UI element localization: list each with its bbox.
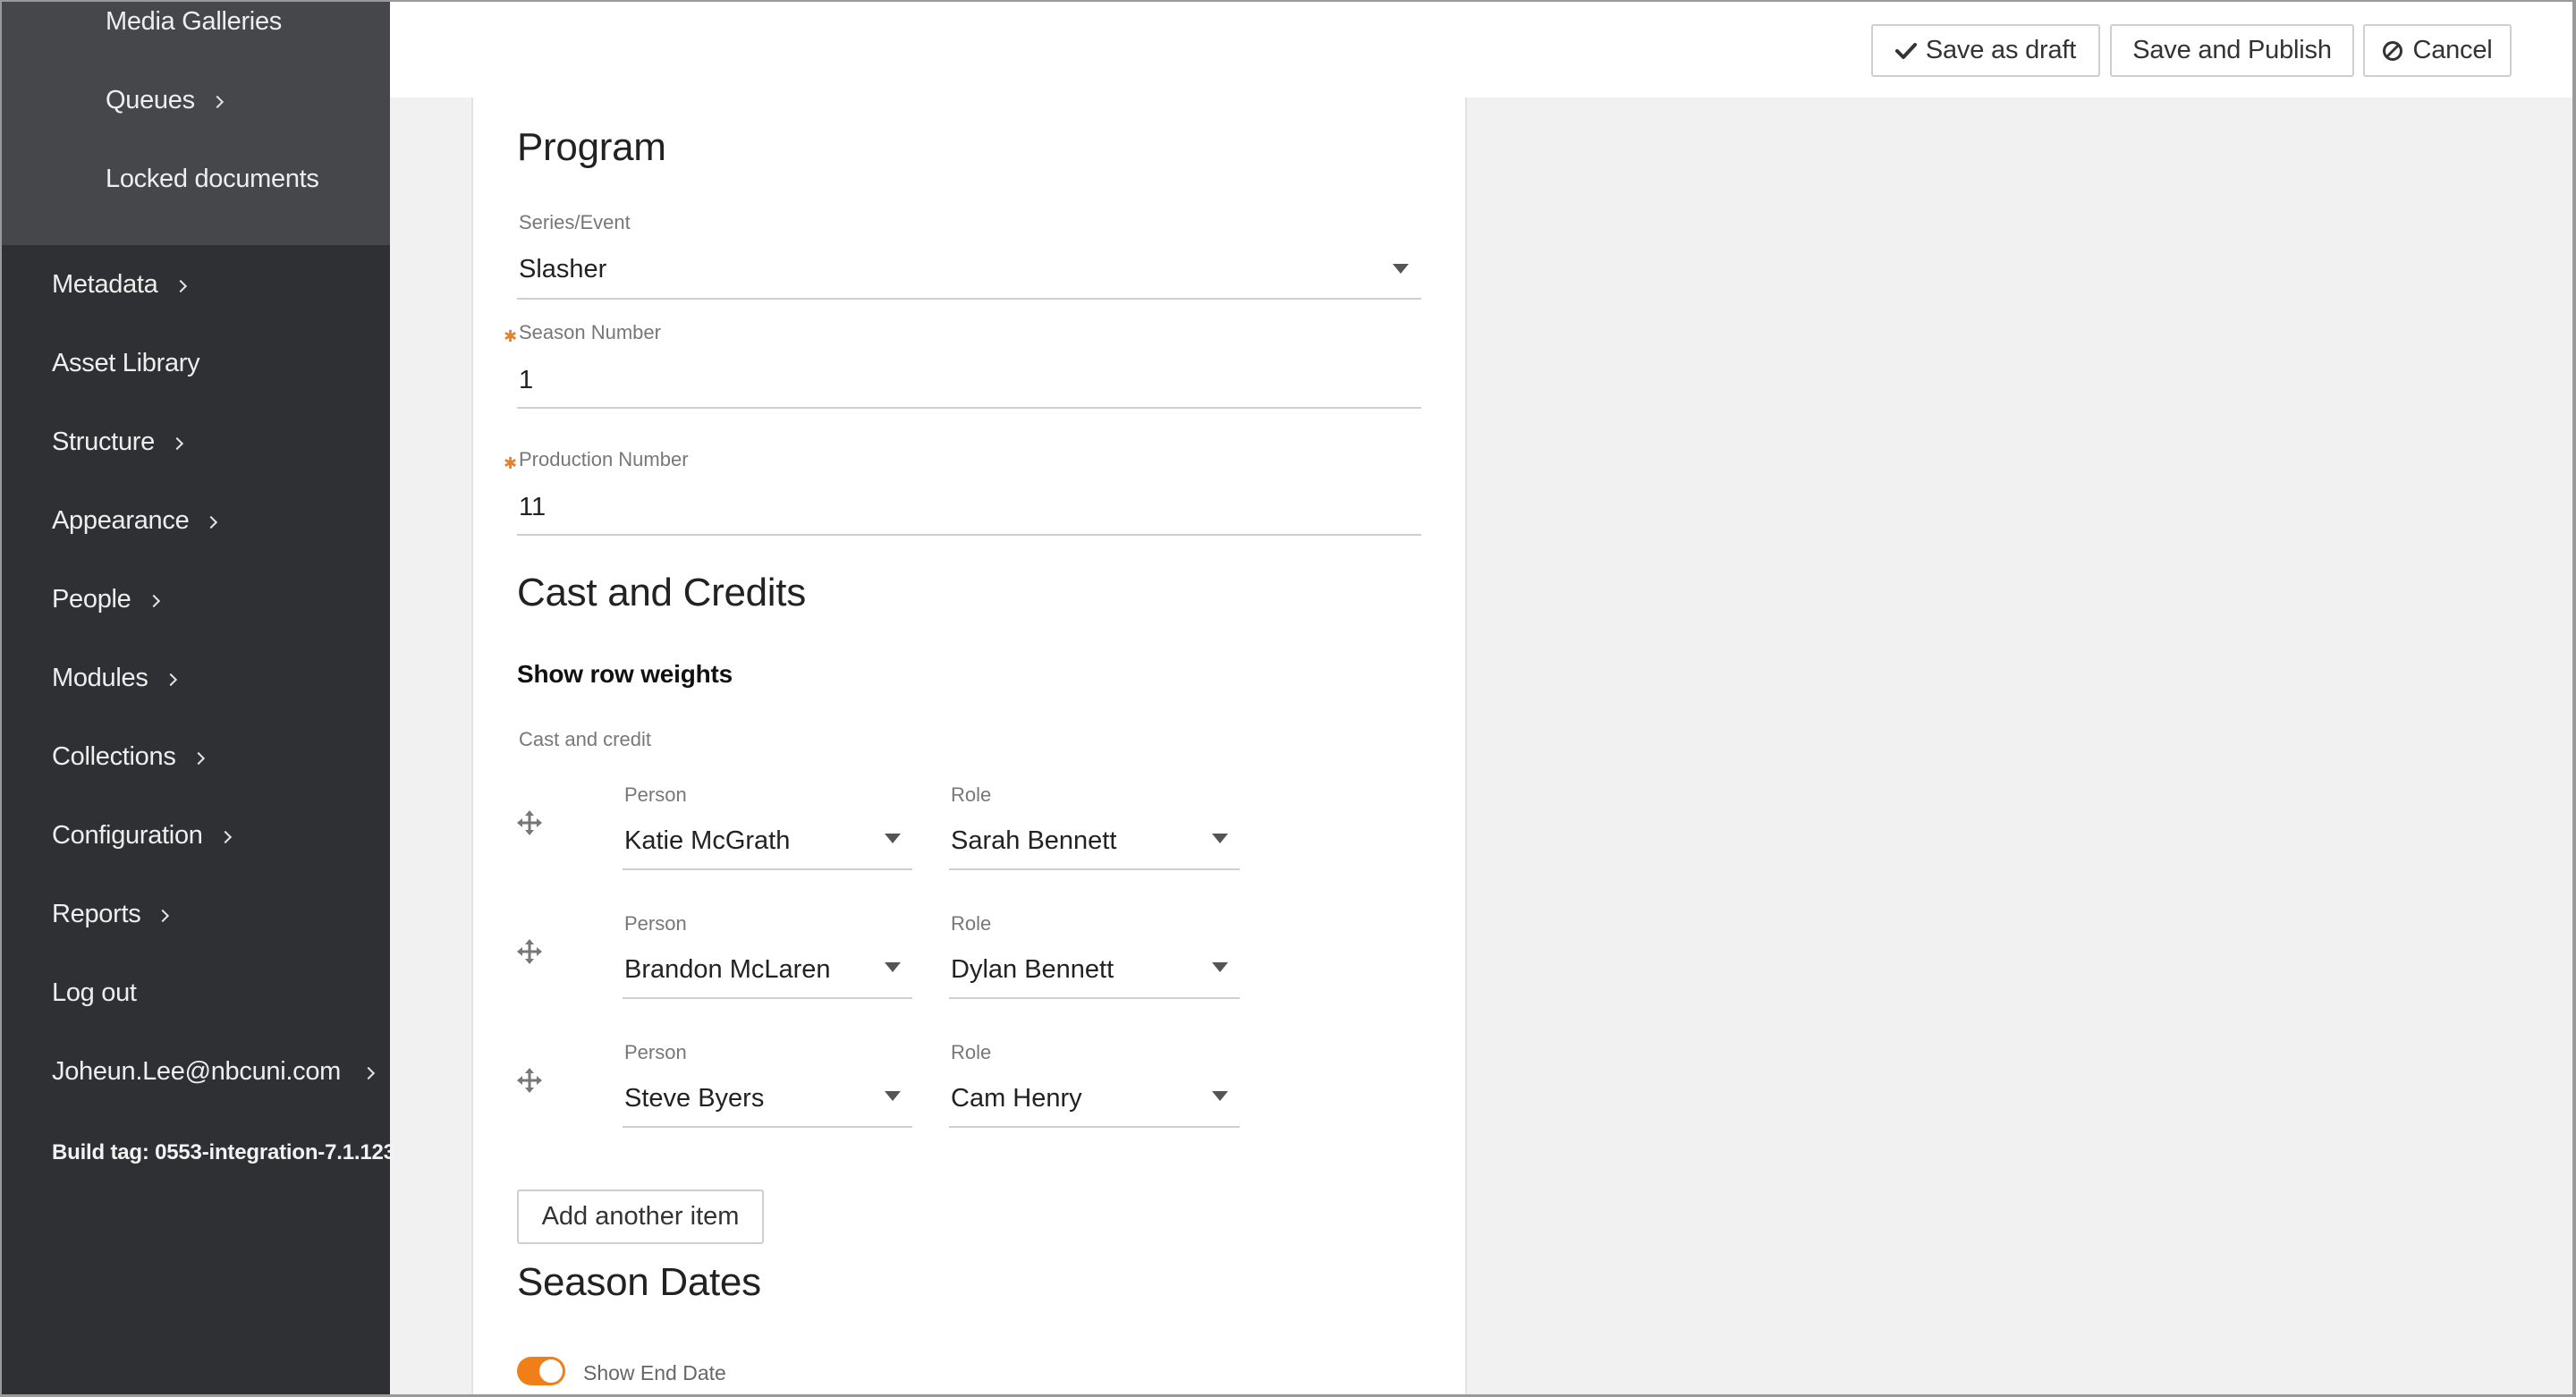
chevron-right-icon bbox=[170, 436, 184, 450]
cast-and-credit-label: Cast and credit bbox=[519, 728, 651, 750]
chevron-right-icon bbox=[361, 1066, 376, 1080]
season-number-underline bbox=[517, 407, 1421, 409]
role-select[interactable]: Dylan Bennett bbox=[951, 955, 1114, 985]
action-bar: Save as draft Save and Publish Cancel bbox=[390, 2, 2572, 97]
sidebar-item-label: Collections bbox=[52, 742, 176, 771]
save-and-publish-label: Save and Publish bbox=[2132, 36, 2332, 64]
sidebar-item-queues[interactable]: Queues bbox=[106, 86, 224, 115]
sidebar-item-label: Reports bbox=[52, 900, 141, 928]
admin-sidebar: Media Galleries Queues Locked documents … bbox=[2, 2, 395, 1394]
cancel-label: Cancel bbox=[2412, 36, 2493, 64]
dropdown-caret-icon bbox=[885, 962, 901, 972]
show-end-date-toggle[interactable] bbox=[517, 1357, 565, 1385]
person-select[interactable]: Katie McGrath bbox=[624, 826, 790, 856]
dropdown-caret-icon bbox=[1212, 834, 1228, 843]
toggle-knob bbox=[539, 1359, 563, 1383]
sidebar-item-reports[interactable]: Reports bbox=[52, 900, 170, 929]
show-row-weights-link[interactable]: Show row weights bbox=[517, 660, 733, 689]
sidebar-item-logout[interactable]: Log out bbox=[52, 978, 137, 1008]
sidebar-item-media-galleries[interactable]: Media Galleries bbox=[106, 7, 282, 37]
sidebar-item-label: People bbox=[52, 585, 131, 614]
season-dates-heading: Season Dates bbox=[517, 1260, 761, 1304]
role-underline bbox=[949, 1126, 1240, 1128]
role-underline bbox=[949, 997, 1240, 999]
series-event-select[interactable]: Slasher bbox=[519, 255, 606, 284]
sidebar-item-user-account[interactable]: Joheun.Lee@nbcuni.com bbox=[52, 1057, 376, 1087]
person-label: Person bbox=[624, 783, 687, 806]
chevron-right-icon bbox=[147, 594, 160, 607]
dropdown-caret-icon bbox=[885, 1091, 901, 1101]
sidebar-item-modules[interactable]: Modules bbox=[52, 664, 177, 693]
role-select[interactable]: Sarah Bennett bbox=[951, 826, 1116, 856]
series-event-underline bbox=[517, 298, 1421, 300]
required-star-icon: ✱ bbox=[504, 327, 518, 345]
sidebar-item-label: Queues bbox=[106, 86, 195, 114]
dropdown-caret-icon bbox=[1393, 264, 1409, 274]
sidebar-subgroup: Media Galleries Queues Locked documents bbox=[2, 2, 390, 245]
sidebar-item-collections[interactable]: Collections bbox=[52, 742, 205, 772]
person-select[interactable]: Brandon McLaren bbox=[624, 955, 831, 985]
sidebar-item-label: Configuration bbox=[52, 821, 203, 850]
sidebar-item-label: Media Galleries bbox=[106, 7, 282, 36]
sidebar-item-people[interactable]: People bbox=[52, 585, 160, 614]
cancel-button[interactable]: Cancel bbox=[2363, 24, 2512, 77]
dropdown-caret-icon bbox=[1212, 962, 1228, 972]
show-end-date-label: Show End Date bbox=[583, 1361, 726, 1384]
sidebar-item-label: Metadata bbox=[52, 270, 158, 299]
sidebar-item-label: Log out bbox=[52, 978, 137, 1007]
app-window: Media Galleries Queues Locked documents … bbox=[0, 0, 2576, 1397]
chevron-right-icon bbox=[205, 515, 218, 529]
sidebar-item-asset-library[interactable]: Asset Library bbox=[52, 349, 200, 378]
drag-handle-icon[interactable] bbox=[517, 810, 542, 835]
sidebar-item-label: Modules bbox=[52, 664, 148, 692]
sidebar-item-label: Asset Library bbox=[52, 349, 200, 377]
dropdown-caret-icon bbox=[1212, 1091, 1228, 1101]
chevron-right-icon bbox=[164, 673, 177, 686]
sidebar-item-label: Locked documents bbox=[106, 165, 319, 193]
role-underline bbox=[949, 868, 1240, 870]
production-number-label: Production Number bbox=[519, 448, 689, 470]
build-tag: Build tag: 0553-integration-7.1.123 bbox=[52, 1140, 395, 1164]
role-select[interactable]: Cam Henry bbox=[951, 1084, 1082, 1113]
person-label: Person bbox=[624, 912, 687, 935]
person-underline bbox=[623, 997, 912, 999]
role-label: Role bbox=[951, 912, 992, 935]
sidebar-item-label: Joheun.Lee@nbcuni.com bbox=[52, 1057, 342, 1086]
required-star-icon: ✱ bbox=[504, 454, 518, 472]
drag-handle-icon[interactable] bbox=[517, 939, 542, 964]
dropdown-caret-icon bbox=[885, 834, 901, 843]
sidebar-item-structure[interactable]: Structure bbox=[52, 428, 184, 457]
season-number-label: Season Number bbox=[519, 321, 661, 343]
season-number-input[interactable]: 1 bbox=[519, 366, 533, 395]
chevron-right-icon bbox=[174, 279, 187, 292]
save-draft-label: Save as draft bbox=[1925, 36, 2077, 64]
chevron-right-icon bbox=[157, 909, 170, 922]
cancel-icon bbox=[2383, 40, 2403, 61]
person-select[interactable]: Steve Byers bbox=[624, 1084, 764, 1113]
chevron-right-icon bbox=[191, 751, 205, 765]
chevron-right-icon bbox=[218, 830, 232, 843]
sidebar-item-appearance[interactable]: Appearance bbox=[52, 506, 218, 536]
sidebar-item-label: Structure bbox=[52, 428, 155, 456]
person-underline bbox=[623, 1126, 912, 1128]
production-number-input[interactable]: 11 bbox=[519, 493, 546, 522]
sidebar-item-metadata[interactable]: Metadata bbox=[52, 270, 187, 300]
program-heading: Program bbox=[517, 125, 666, 169]
checkmark-icon bbox=[1894, 42, 1917, 59]
person-underline bbox=[623, 868, 912, 870]
production-number-underline bbox=[517, 534, 1421, 536]
add-another-item-button[interactable]: Add another item bbox=[517, 1190, 764, 1244]
drag-handle-icon[interactable] bbox=[517, 1068, 542, 1093]
save-draft-button[interactable]: Save as draft bbox=[1871, 24, 2100, 77]
sidebar-item-label: Appearance bbox=[52, 506, 190, 535]
role-label: Role bbox=[951, 783, 992, 806]
role-label: Role bbox=[951, 1041, 992, 1063]
sidebar-item-locked-documents[interactable]: Locked documents bbox=[106, 165, 319, 194]
chevron-right-icon bbox=[210, 95, 224, 108]
cast-credits-heading: Cast and Credits bbox=[517, 571, 806, 614]
series-event-label: Series/Event bbox=[519, 211, 631, 233]
save-and-publish-button[interactable]: Save and Publish bbox=[2110, 24, 2354, 77]
person-label: Person bbox=[624, 1041, 687, 1063]
sidebar-item-configuration[interactable]: Configuration bbox=[52, 821, 232, 851]
